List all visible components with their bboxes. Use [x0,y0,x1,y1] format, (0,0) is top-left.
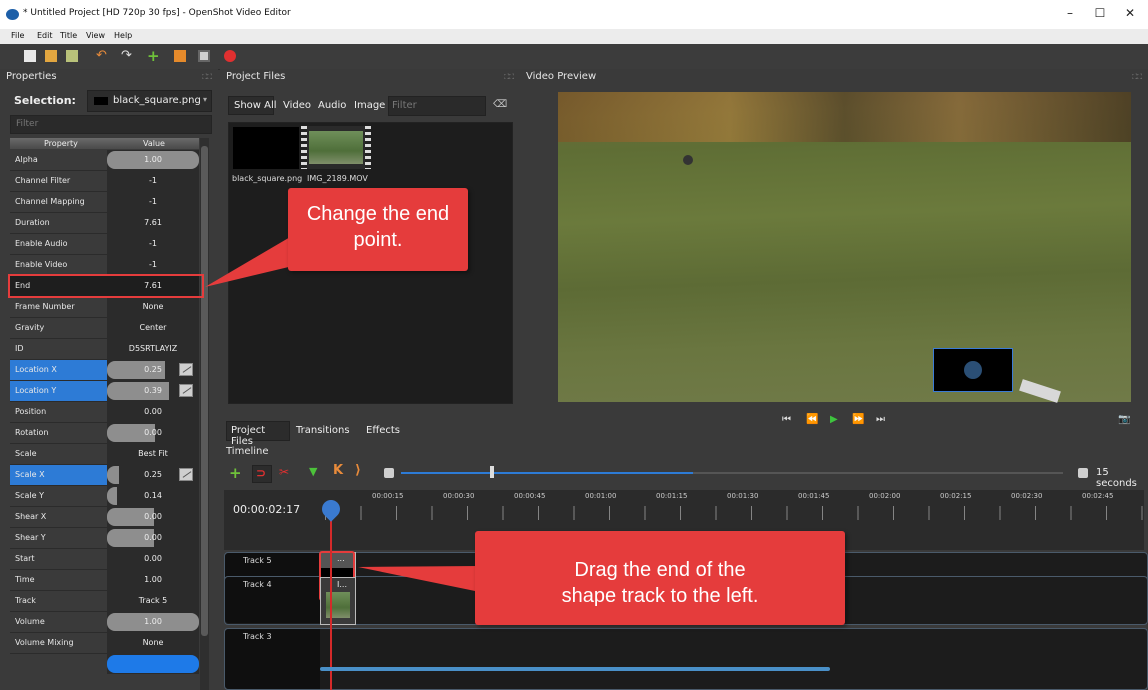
callout-end-point: Change the end point. [288,188,468,271]
callout-drag-end: Drag the end of the shape track to the l… [475,531,845,625]
arrow-drag-end [358,566,480,592]
arrow-end-point [205,233,297,287]
